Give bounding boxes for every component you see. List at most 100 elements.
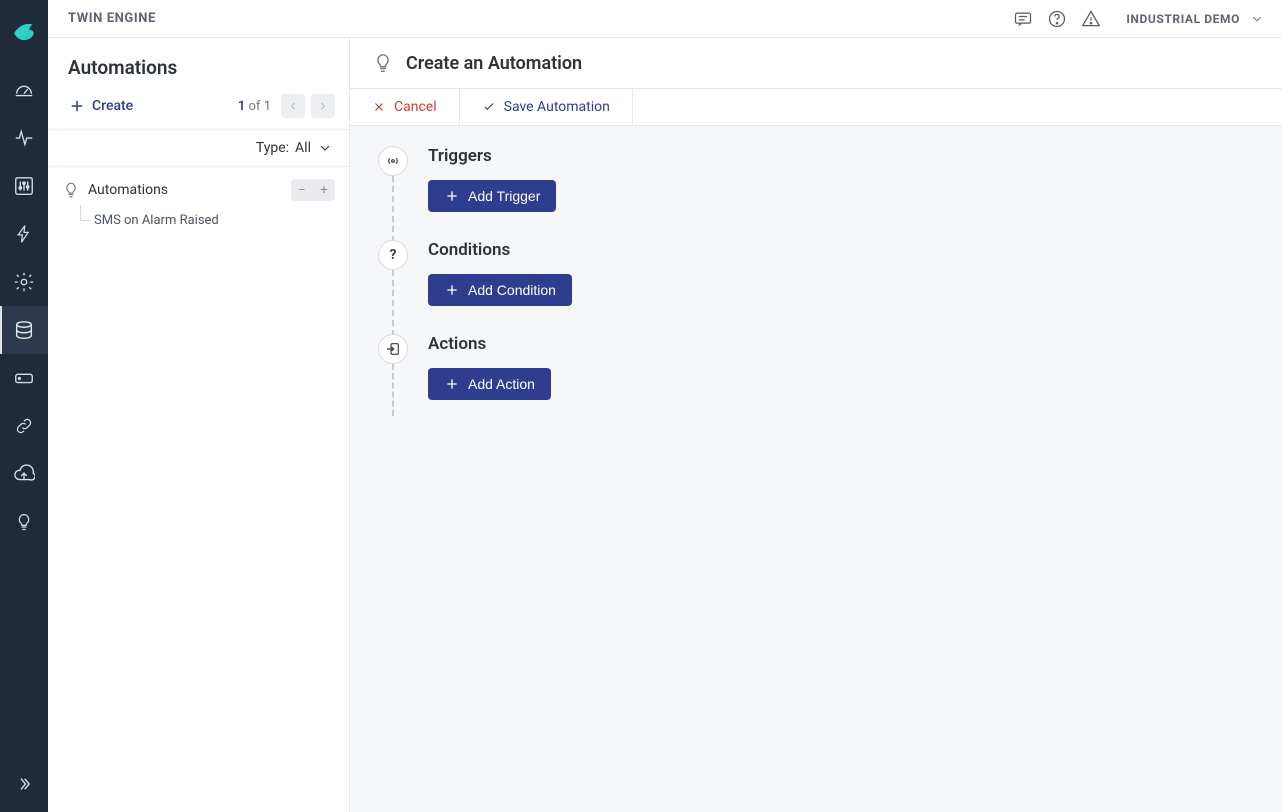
add-condition-label: Add Condition bbox=[468, 282, 556, 298]
user-menu[interactable]: INDUSTRIAL DEMO bbox=[1126, 12, 1264, 26]
enter-icon bbox=[385, 341, 401, 357]
page-count: 1 of 1 bbox=[238, 99, 271, 114]
stage-badge-conditions: ? bbox=[378, 240, 408, 270]
plus-icon bbox=[444, 188, 460, 204]
close-icon bbox=[372, 100, 386, 114]
add-action-label: Add Action bbox=[468, 376, 535, 392]
create-button[interactable]: Create bbox=[62, 91, 139, 121]
save-button[interactable]: Save Automation bbox=[460, 89, 633, 125]
messages-button[interactable] bbox=[1006, 2, 1040, 36]
cancel-button[interactable]: Cancel bbox=[350, 89, 460, 125]
main: TWIN ENGINE INDUSTRIAL DEMO bbox=[48, 0, 1282, 812]
save-label: Save Automation bbox=[504, 99, 610, 115]
lightbulb-icon bbox=[14, 512, 34, 532]
panel-toolbar: Create 1 of 1 bbox=[48, 91, 349, 130]
broadcast-icon bbox=[385, 153, 401, 169]
help-icon bbox=[1047, 9, 1067, 29]
editor-actions: Cancel Save Automation bbox=[350, 89, 1282, 126]
type-filter-prefix: Type: bbox=[256, 140, 289, 156]
stage-conditions: ? Conditions Add Condition bbox=[378, 240, 1254, 334]
add-trigger-button[interactable]: Add Trigger bbox=[428, 180, 556, 212]
app-title: TWIN ENGINE bbox=[68, 11, 156, 26]
add-action-button[interactable]: Add Action bbox=[428, 368, 551, 400]
gauge-icon bbox=[13, 79, 35, 101]
type-filter[interactable]: Type: All bbox=[48, 130, 349, 167]
automations-panel: Automations Create 1 of 1 bbox=[48, 38, 350, 812]
chevron-down-icon bbox=[1250, 12, 1264, 26]
add-trigger-label: Add Trigger bbox=[468, 188, 540, 204]
nav-expand[interactable] bbox=[0, 760, 48, 808]
stage-triggers: Triggers Add Trigger bbox=[378, 146, 1254, 240]
add-condition-button[interactable]: Add Condition bbox=[428, 274, 572, 306]
pager-prev[interactable] bbox=[281, 94, 305, 118]
check-icon bbox=[482, 100, 496, 114]
tree-children: SMS on Alarm Raised bbox=[80, 209, 339, 232]
gear-icon bbox=[13, 271, 35, 293]
nav-item-links[interactable] bbox=[0, 402, 48, 450]
nav-item-events[interactable] bbox=[0, 210, 48, 258]
editor-panel: Create an Automation Cancel Save Automat… bbox=[350, 38, 1282, 812]
chevron-left-icon bbox=[287, 100, 299, 112]
brand-logo bbox=[0, 8, 48, 56]
link-icon bbox=[14, 416, 34, 436]
nav-item-dashboard[interactable] bbox=[0, 66, 48, 114]
question-icon: ? bbox=[390, 247, 397, 263]
panel-title: Automations bbox=[68, 56, 329, 79]
nav-item-controls[interactable] bbox=[0, 162, 48, 210]
cancel-label: Cancel bbox=[394, 99, 437, 115]
message-icon bbox=[1013, 9, 1033, 29]
nav-item-activity[interactable] bbox=[0, 114, 48, 162]
plus-icon bbox=[444, 376, 460, 392]
chevron-down-icon bbox=[317, 140, 333, 156]
bolt-icon bbox=[14, 224, 34, 244]
help-button[interactable] bbox=[1040, 2, 1074, 36]
expand-icon bbox=[15, 775, 33, 793]
panel-header: Automations bbox=[48, 38, 349, 91]
create-label: Create bbox=[92, 98, 133, 114]
stage-title: Actions bbox=[428, 334, 1254, 354]
drive-icon bbox=[13, 367, 35, 389]
editor-title: Create an Automation bbox=[406, 53, 582, 74]
lightbulb-icon bbox=[62, 181, 80, 199]
tree-root[interactable]: Automations − + bbox=[58, 175, 339, 205]
bird-icon bbox=[11, 19, 37, 45]
tree-item[interactable]: SMS on Alarm Raised bbox=[80, 209, 339, 232]
sliders-icon bbox=[13, 175, 35, 197]
type-filter-value: All bbox=[295, 140, 311, 156]
nav-item-ideas[interactable] bbox=[0, 498, 48, 546]
automation-tree: Automations − + SMS on Alarm Raised bbox=[48, 167, 349, 240]
cloud-upload-icon bbox=[13, 463, 35, 485]
tree-item-label: SMS on Alarm Raised bbox=[94, 213, 219, 228]
stage-badge-triggers bbox=[378, 146, 408, 176]
topbar: TWIN ENGINE INDUSTRIAL DEMO bbox=[48, 0, 1282, 38]
body: Automations Create 1 of 1 bbox=[48, 38, 1282, 812]
nav-rail bbox=[0, 0, 48, 812]
tree-expand[interactable]: + bbox=[313, 179, 335, 201]
tree-collapse[interactable]: − bbox=[291, 179, 313, 201]
app-root: TWIN ENGINE INDUSTRIAL DEMO bbox=[0, 0, 1282, 812]
plus-icon bbox=[68, 97, 86, 115]
stage-title: Conditions bbox=[428, 240, 1254, 260]
nav-item-settings[interactable] bbox=[0, 258, 48, 306]
user-label: INDUSTRIAL DEMO bbox=[1126, 12, 1240, 26]
page-of: of bbox=[249, 99, 261, 114]
lightbulb-icon bbox=[372, 52, 394, 74]
editor-header: Create an Automation bbox=[350, 38, 1282, 89]
plus-icon bbox=[444, 282, 460, 298]
stage-badge-actions bbox=[378, 334, 408, 364]
nav-item-database[interactable] bbox=[0, 306, 48, 354]
nav-item-cloud[interactable] bbox=[0, 450, 48, 498]
alerts-button[interactable] bbox=[1074, 2, 1108, 36]
stage-actions: Actions Add Action bbox=[378, 334, 1254, 412]
page-current: 1 bbox=[238, 99, 245, 114]
database-icon bbox=[13, 319, 35, 341]
nav-item-storage[interactable] bbox=[0, 354, 48, 402]
pager-next[interactable] bbox=[311, 94, 335, 118]
editor-body: Triggers Add Trigger ? Conditions bbox=[350, 126, 1282, 812]
tree-root-label: Automations bbox=[88, 182, 168, 198]
page-total: 1 bbox=[264, 99, 271, 114]
warning-icon bbox=[1081, 9, 1101, 29]
chevron-right-icon bbox=[317, 100, 329, 112]
stage-title: Triggers bbox=[428, 146, 1254, 166]
pulse-icon bbox=[13, 127, 35, 149]
